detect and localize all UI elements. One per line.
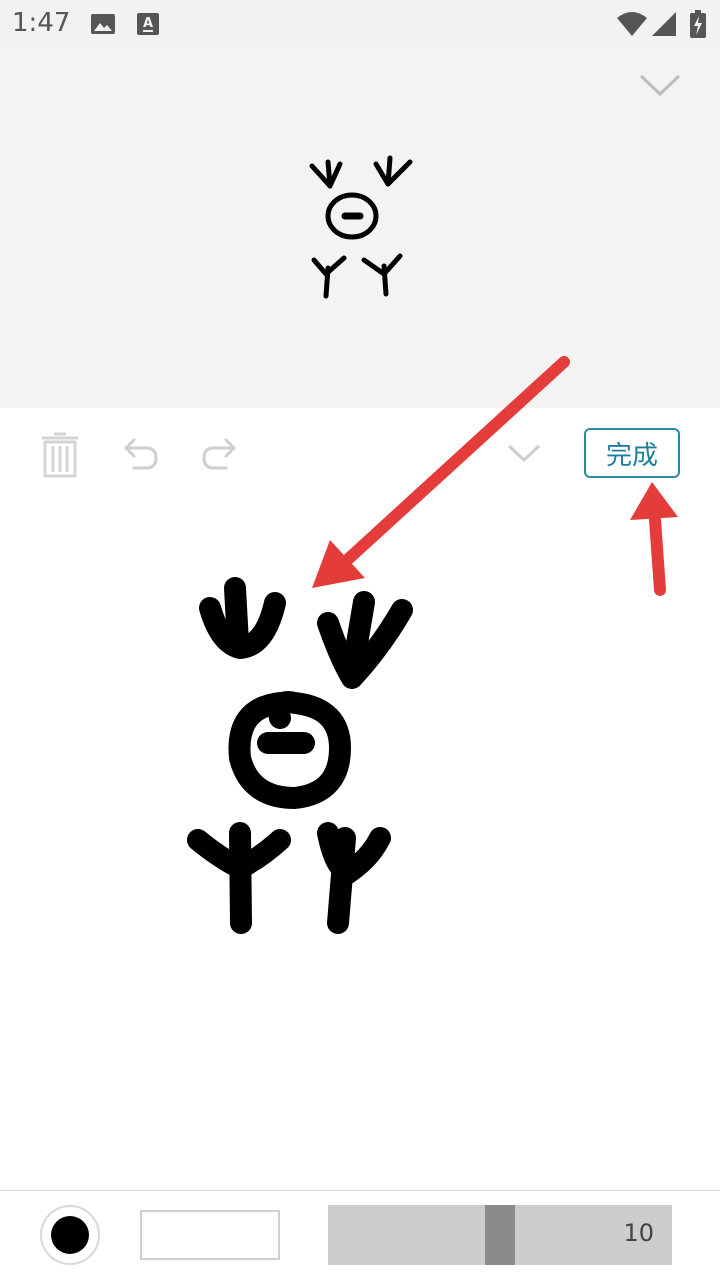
image-icon xyxy=(91,14,115,34)
collapse-preview-chevron-icon[interactable] xyxy=(638,72,682,100)
brush-preview-box[interactable] xyxy=(140,1210,280,1260)
pen-color-swatch xyxy=(51,1216,89,1254)
done-button[interactable]: 完成 xyxy=(584,428,680,478)
wifi-icon xyxy=(617,12,647,36)
handwritten-glyph xyxy=(187,577,413,934)
redo-icon[interactable] xyxy=(200,436,238,472)
stroke-width-slider[interactable]: 10 xyxy=(328,1205,672,1265)
undo-icon[interactable] xyxy=(122,436,160,472)
handwriting-preview-area xyxy=(0,48,720,408)
collapse-keyboard-chevron-icon[interactable] xyxy=(506,442,542,466)
status-bar: 1:47 A xyxy=(0,0,720,48)
handwriting-canvas[interactable] xyxy=(0,498,720,1190)
text-a-icon: A xyxy=(137,13,159,35)
cell-signal-icon xyxy=(652,12,676,36)
battery-charging-icon xyxy=(690,10,706,38)
stroke-width-value: 10 xyxy=(623,1219,654,1247)
svg-text:A: A xyxy=(143,16,153,31)
preview-glyph xyxy=(309,155,413,299)
handwriting-editor-screen: 1:47 A 完成 10 xyxy=(0,0,720,1280)
slider-thumb[interactable] xyxy=(485,1205,515,1265)
status-time: 1:47 xyxy=(12,8,71,38)
trash-icon[interactable] xyxy=(40,432,80,478)
pen-color-button[interactable] xyxy=(40,1205,100,1265)
